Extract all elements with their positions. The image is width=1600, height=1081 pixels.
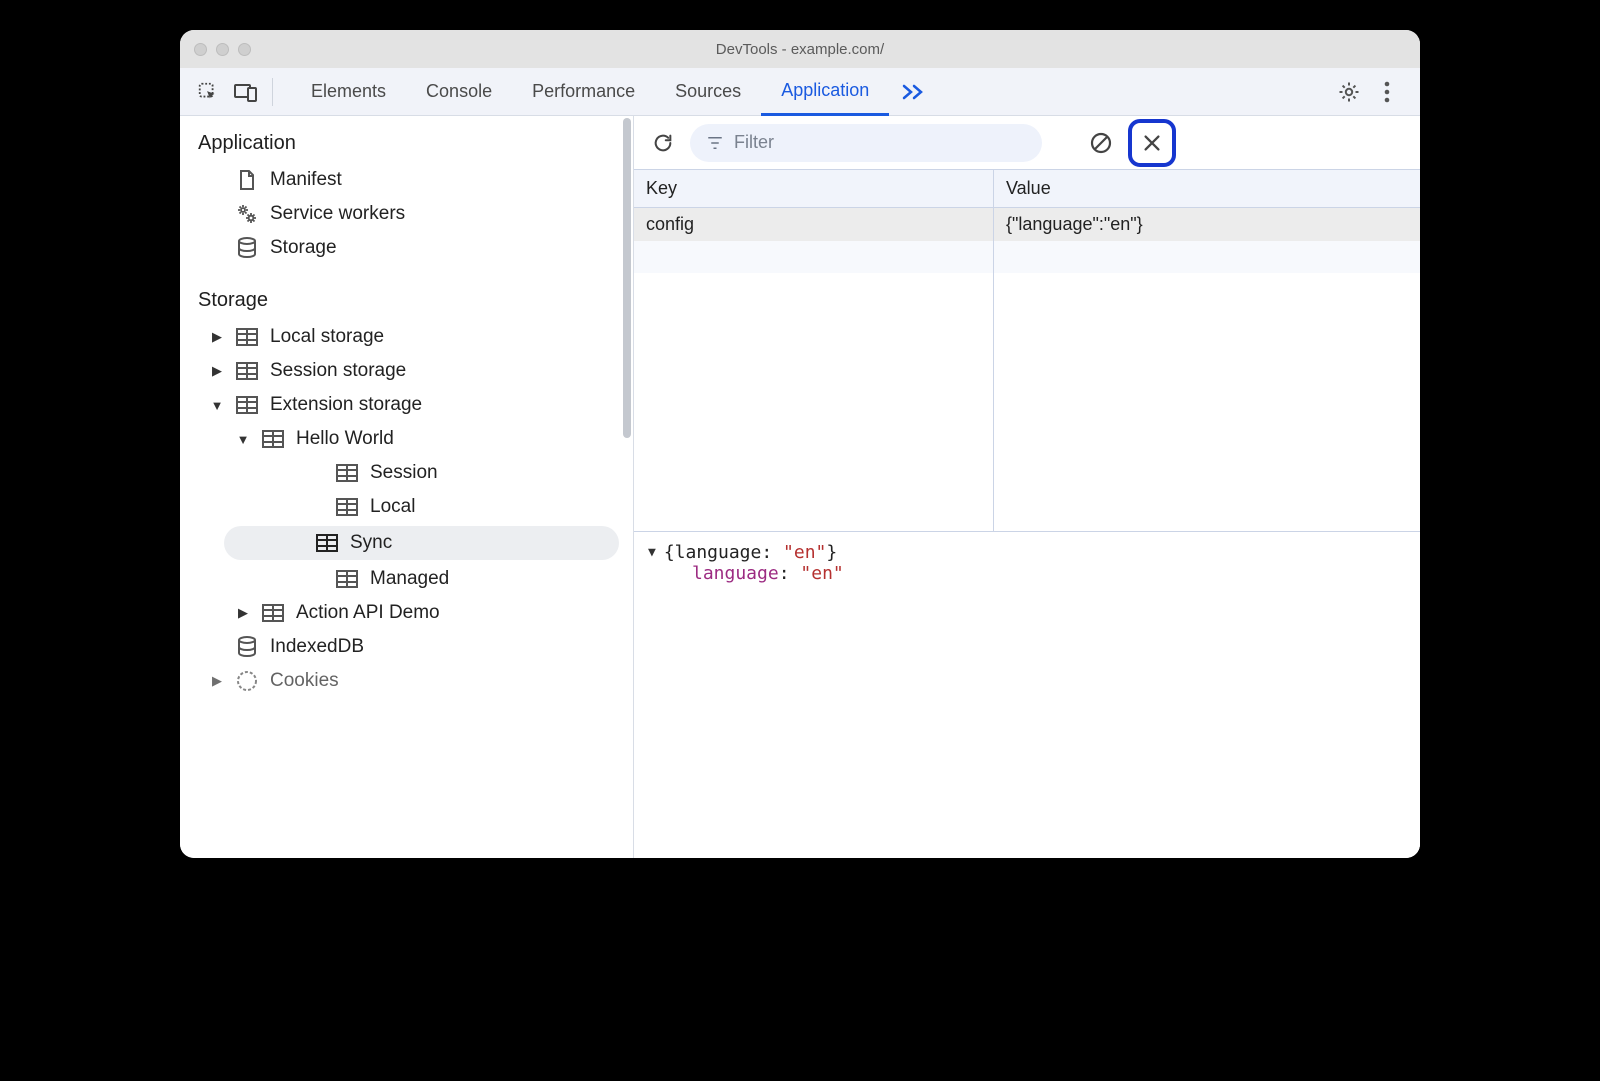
expand-arrow-icon[interactable]: ▶ [210,329,224,345]
summary-text: {language: [664,542,783,563]
table-icon [236,394,258,416]
sidebar-item-label: Hello World [296,428,394,450]
table-header: Key Value [634,170,1420,208]
document-icon [236,169,258,191]
storage-table: Key Value config {"language":"en"} [634,170,1420,532]
inspect-element-icon[interactable] [192,76,224,108]
expand-arrow-icon[interactable]: ▶ [210,363,224,379]
delete-selected-button[interactable] [1137,128,1167,158]
table-icon [336,462,358,484]
sidebar-item-label: Storage [270,237,337,259]
cell-key[interactable]: config [634,208,994,241]
object-property-row[interactable]: language: "en" [648,563,1406,584]
sidebar-item-label: Manifest [270,169,342,191]
sidebar-item-session-storage[interactable]: ▶ Session storage [180,354,633,388]
expand-arrow-icon[interactable]: ▶ [236,605,250,621]
database-icon [236,237,258,259]
column-header-key[interactable]: Key [634,170,994,207]
refresh-button[interactable] [648,128,678,158]
sidebar-item-action-api-demo[interactable]: ▶ Action API Demo [180,596,633,630]
section-application-title: Application [180,126,633,163]
application-panel: Application ▶ Manifest ▶ [180,116,1420,858]
cookie-icon [236,670,258,692]
clear-all-button[interactable] [1086,128,1116,158]
sidebar-item-extension-storage[interactable]: ▼ Extension storage [180,388,633,422]
sidebar-item-label: Extension storage [270,394,422,416]
sidebar-item-service-workers[interactable]: ▶ Service workers [180,197,633,231]
database-icon [236,636,258,658]
sidebar-item-label: Action API Demo [296,602,440,624]
sidebar-item-label: Session storage [270,360,406,382]
table-icon [336,496,358,518]
tab-console[interactable]: Console [406,68,512,115]
object-summary: {language: "en"} [664,542,837,563]
collapse-arrow-icon[interactable]: ▼ [236,432,250,447]
tab-elements[interactable]: Elements [291,68,406,115]
table-icon [336,568,358,590]
summary-value: "en" [783,542,826,563]
filter-field[interactable] [690,124,1042,162]
tab-application[interactable]: Application [761,68,889,116]
sidebar-item-local[interactable]: ▶ Local [180,490,633,524]
filter-icon [706,134,724,152]
value-preview-pane: ▼ {language: "en"} language: "en" [634,532,1420,858]
property-sep: : [779,563,801,584]
gears-icon [236,203,258,225]
filter-input[interactable] [734,132,1026,153]
object-summary-row[interactable]: ▼ {language: "en"} [648,542,1406,563]
table-row[interactable]: config {"language":"en"} [634,208,1420,241]
sidebar-item-hello-world[interactable]: ▼ Hello World [180,422,633,456]
more-tabs-button[interactable] [889,68,937,115]
table-icon [262,602,284,624]
tab-performance[interactable]: Performance [512,68,655,115]
tabstrip-divider [272,78,273,106]
application-sidebar[interactable]: Application ▶ Manifest ▶ [180,116,634,858]
devtools-tabstrip: Elements Console Performance Sources App… [180,68,1420,116]
titlebar: DevTools - example.com/ [180,30,1420,68]
sidebar-item-local-storage[interactable]: ▶ Local storage [180,320,633,354]
sidebar-item-cookies[interactable]: ▶ Cookies [180,664,633,698]
table-icon [236,360,258,382]
devtools-window: DevTools - example.com/ Elements Console… [180,30,1420,858]
sidebar-item-label: Session [370,462,438,484]
window-title: DevTools - example.com/ [180,41,1420,58]
delete-selected-highlight [1128,119,1176,167]
sidebar-item-label: Cookies [270,670,339,692]
section-storage-title: Storage [180,283,633,320]
sidebar-item-sync[interactable]: Sync [224,526,619,560]
sidebar-item-storage[interactable]: ▶ Storage [180,231,633,265]
sidebar-item-label: Local storage [270,326,384,348]
expand-arrow-icon[interactable]: ▶ [210,673,224,689]
sidebar-item-label: Service workers [270,203,405,225]
summary-text: } [826,542,837,563]
settings-gear-icon[interactable] [1334,77,1364,107]
property-key: language [692,563,779,584]
table-icon [262,428,284,450]
column-header-value[interactable]: Value [994,170,1420,207]
table-icon [316,534,338,552]
cell-value[interactable]: {"language":"en"} [994,208,1420,241]
device-toolbar-icon[interactable] [230,76,262,108]
storage-toolbar [634,116,1420,170]
sidebar-item-label: Sync [350,532,392,554]
collapse-arrow-icon[interactable]: ▼ [210,398,224,413]
sidebar-item-manifest[interactable]: ▶ Manifest [180,163,633,197]
sidebar-item-label: Managed [370,568,449,590]
collapse-arrow-icon[interactable]: ▼ [648,545,656,560]
tab-sources[interactable]: Sources [655,68,761,115]
sidebar-item-managed[interactable]: ▶ Managed [180,562,633,596]
more-options-icon[interactable] [1372,77,1402,107]
table-empty-area [634,241,1420,531]
table-icon [236,326,258,348]
sidebar-item-label: Local [370,496,415,518]
scrollbar-thumb[interactable] [623,118,631,438]
panel-tabs: Elements Console Performance Sources App… [291,68,889,115]
storage-detail-panel: Key Value config {"language":"en"} [634,116,1420,858]
sidebar-item-indexeddb[interactable]: ▶ IndexedDB [180,630,633,664]
sidebar-item-session[interactable]: ▶ Session [180,456,633,490]
sidebar-item-label: IndexedDB [270,636,364,658]
property-value: "en" [800,563,843,584]
